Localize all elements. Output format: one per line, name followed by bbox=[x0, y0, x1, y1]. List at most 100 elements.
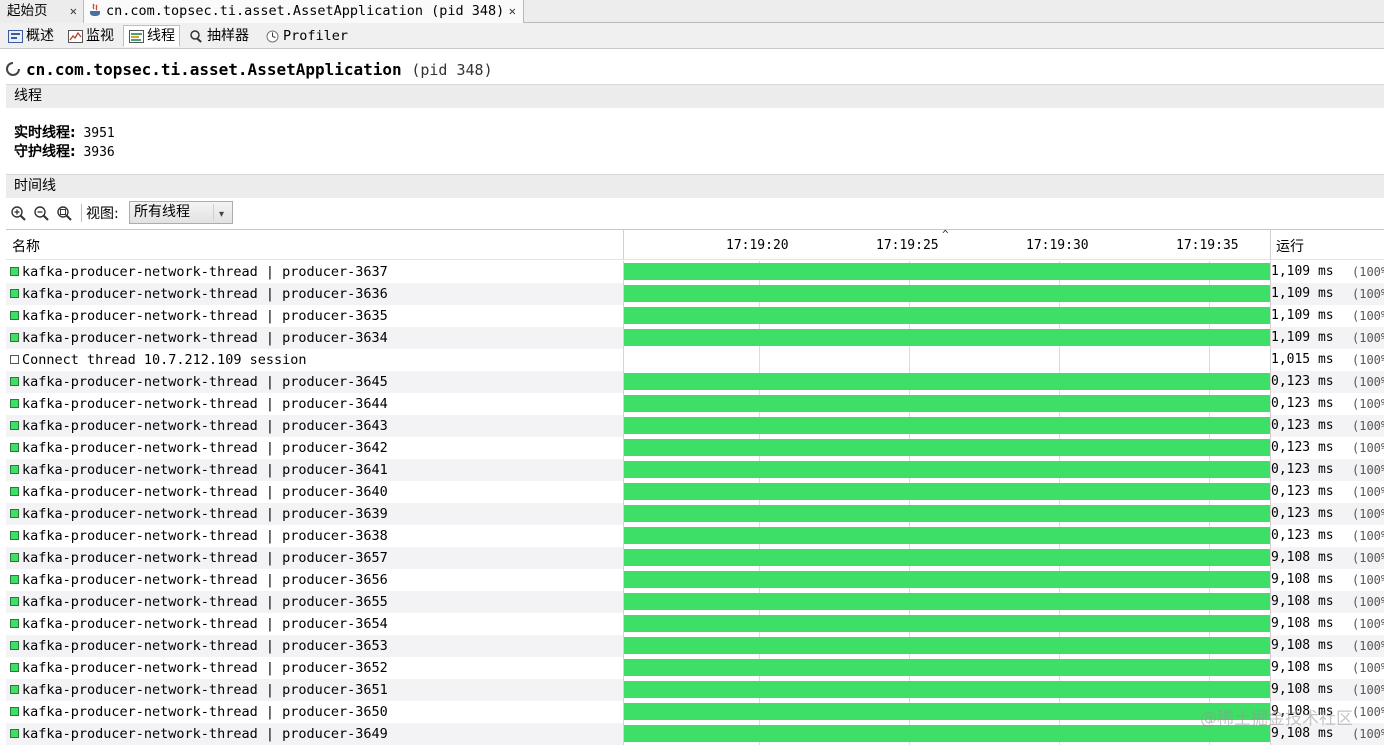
view-label: 视图: bbox=[86, 206, 119, 222]
thread-name: kafka-producer-network-thread | producer… bbox=[22, 550, 388, 566]
thread-state-icon bbox=[10, 355, 19, 364]
thread-name: kafka-producer-network-thread | producer… bbox=[22, 726, 388, 742]
timeline-tick: 17:19:35 bbox=[1176, 238, 1239, 253]
thread-name: kafka-producer-network-thread | producer… bbox=[22, 418, 388, 434]
thread-state-icon bbox=[10, 377, 19, 386]
zoom-fit-icon[interactable] bbox=[56, 205, 74, 223]
column-divider[interactable] bbox=[1270, 230, 1271, 260]
tab-sampler[interactable]: 抽样器 bbox=[183, 25, 254, 47]
zoom-out-icon[interactable] bbox=[33, 205, 51, 223]
thread-state-icon bbox=[10, 399, 19, 408]
table-row[interactable]: kafka-producer-network-thread | producer… bbox=[6, 371, 1384, 393]
running-state-bar bbox=[624, 263, 1270, 280]
timeline-gridline bbox=[1059, 349, 1060, 371]
thread-runtime-percent: (100% bbox=[1352, 727, 1384, 741]
zoom-in-icon[interactable] bbox=[10, 205, 28, 223]
timeline-lane bbox=[624, 371, 1271, 393]
timeline-lane bbox=[624, 481, 1271, 503]
timeline-section-header: 时间线 bbox=[6, 174, 1384, 198]
thread-runtime-percent: (100% bbox=[1352, 331, 1384, 345]
table-row[interactable]: kafka-producer-network-thread | producer… bbox=[6, 261, 1384, 283]
thread-runtime-percent: (100% bbox=[1352, 485, 1384, 499]
table-row[interactable]: kafka-producer-network-thread | producer… bbox=[6, 437, 1384, 459]
daemon-threads-value: 3936 bbox=[83, 145, 115, 160]
timeline-lane bbox=[624, 547, 1271, 569]
thread-name: kafka-producer-network-thread | producer… bbox=[22, 682, 388, 698]
table-row[interactable]: kafka-producer-network-thread | producer… bbox=[6, 481, 1384, 503]
running-state-bar bbox=[624, 307, 1270, 324]
table-row[interactable]: kafka-producer-network-thread | producer… bbox=[6, 635, 1384, 657]
thread-runtime: 0,123 ms bbox=[1271, 374, 1334, 389]
thread-runtime: 9,108 ms bbox=[1271, 660, 1334, 675]
loading-spinner-icon bbox=[6, 62, 20, 76]
close-icon[interactable]: ✕ bbox=[70, 0, 77, 22]
thread-state-icon bbox=[10, 729, 19, 738]
timeline-lane bbox=[624, 261, 1271, 283]
running-state-bar bbox=[624, 395, 1270, 412]
running-state-bar bbox=[624, 527, 1270, 544]
tab-profiler[interactable]: Profiler bbox=[259, 25, 353, 47]
toolbar-separator bbox=[81, 204, 82, 222]
thread-name: kafka-producer-network-thread | producer… bbox=[22, 264, 388, 280]
view-tab-bar: 概述 监视 线程 抽样器 Profiler bbox=[0, 23, 1384, 49]
thread-runtime: 9,108 ms bbox=[1271, 616, 1334, 631]
thread-state-icon bbox=[10, 267, 19, 276]
running-state-bar bbox=[624, 439, 1270, 456]
table-row[interactable]: kafka-producer-network-thread | producer… bbox=[6, 459, 1384, 481]
tab-threads-label: 线程 bbox=[147, 28, 175, 44]
timeline-toolbar: 视图: 所有线程 ▾ bbox=[6, 199, 1384, 227]
thread-runtime: 0,123 ms bbox=[1271, 396, 1334, 411]
thread-name: kafka-producer-network-thread | producer… bbox=[22, 572, 388, 588]
tab-overview[interactable]: 概述 bbox=[2, 25, 59, 47]
timeline-lane bbox=[624, 305, 1271, 327]
view-select[interactable]: 所有线程 ▾ bbox=[129, 201, 233, 224]
table-row[interactable]: Connect thread 10.7.212.109 session 1,015… bbox=[6, 349, 1384, 371]
table-row[interactable]: kafka-producer-network-thread | producer… bbox=[6, 393, 1384, 415]
document-tab-bar: 起始页 ✕ cn.com.topsec.ti.asset.AssetApplic… bbox=[0, 0, 1384, 23]
table-row[interactable]: kafka-producer-network-thread | producer… bbox=[6, 525, 1384, 547]
close-icon[interactable]: ✕ bbox=[509, 0, 516, 22]
timeline-gridline bbox=[759, 349, 760, 371]
table-row[interactable]: kafka-producer-network-thread | producer… bbox=[6, 415, 1384, 437]
thread-runtime-percent: (100% bbox=[1352, 573, 1384, 587]
monitor-icon bbox=[68, 30, 83, 43]
thread-name: kafka-producer-network-thread | producer… bbox=[22, 440, 388, 456]
thread-name: kafka-producer-network-thread | producer… bbox=[22, 506, 388, 522]
table-row[interactable]: kafka-producer-network-thread | producer… bbox=[6, 723, 1384, 745]
table-row[interactable]: kafka-producer-network-thread | producer… bbox=[6, 591, 1384, 613]
thread-runtime-percent: (100% bbox=[1352, 265, 1384, 279]
chevron-down-icon: ▾ bbox=[213, 204, 229, 221]
tab-profiler-label: Profiler bbox=[283, 28, 349, 44]
table-row[interactable]: kafka-producer-network-thread | producer… bbox=[6, 547, 1384, 569]
running-state-bar bbox=[624, 461, 1270, 478]
thread-name: kafka-producer-network-thread | producer… bbox=[22, 330, 388, 346]
table-row[interactable]: kafka-producer-network-thread | producer… bbox=[6, 701, 1384, 723]
thread-stats: 实时线程: 3951 守护线程: 3936 bbox=[14, 124, 115, 162]
java-app-icon bbox=[90, 3, 100, 16]
table-row[interactable]: kafka-producer-network-thread | producer… bbox=[6, 283, 1384, 305]
timeline-tick: 17:19:25 bbox=[876, 238, 939, 253]
thread-runtime: 9,108 ms bbox=[1271, 572, 1334, 587]
thread-state-icon bbox=[10, 333, 19, 342]
run-column-header[interactable]: 运行 bbox=[1276, 236, 1304, 256]
table-row[interactable]: kafka-producer-network-thread | producer… bbox=[6, 613, 1384, 635]
threads-icon bbox=[129, 30, 144, 43]
thread-name: kafka-producer-network-thread | producer… bbox=[22, 308, 388, 324]
tab-monitor[interactable]: 监视 bbox=[62, 25, 119, 47]
tab-application[interactable]: cn.com.topsec.ti.asset.AssetApplication … bbox=[84, 0, 524, 23]
table-row[interactable]: kafka-producer-network-thread | producer… bbox=[6, 679, 1384, 701]
profiler-icon bbox=[266, 30, 279, 43]
table-row[interactable]: kafka-producer-network-thread | producer… bbox=[6, 569, 1384, 591]
thread-name: kafka-producer-network-thread | producer… bbox=[22, 374, 388, 390]
table-row[interactable]: kafka-producer-network-thread | producer… bbox=[6, 657, 1384, 679]
table-row[interactable]: kafka-producer-network-thread | producer… bbox=[6, 503, 1384, 525]
table-row[interactable]: kafka-producer-network-thread | producer… bbox=[6, 305, 1384, 327]
tab-monitor-label: 监视 bbox=[86, 28, 114, 44]
table-row[interactable]: kafka-producer-network-thread | producer… bbox=[6, 327, 1384, 349]
timeline-lane bbox=[624, 437, 1271, 459]
running-state-bar bbox=[624, 417, 1270, 434]
tab-start-page[interactable]: 起始页 ✕ bbox=[0, 0, 84, 23]
column-divider[interactable] bbox=[623, 230, 624, 260]
tab-threads[interactable]: 线程 bbox=[123, 25, 180, 47]
name-column-header[interactable]: 名称 bbox=[12, 236, 40, 256]
